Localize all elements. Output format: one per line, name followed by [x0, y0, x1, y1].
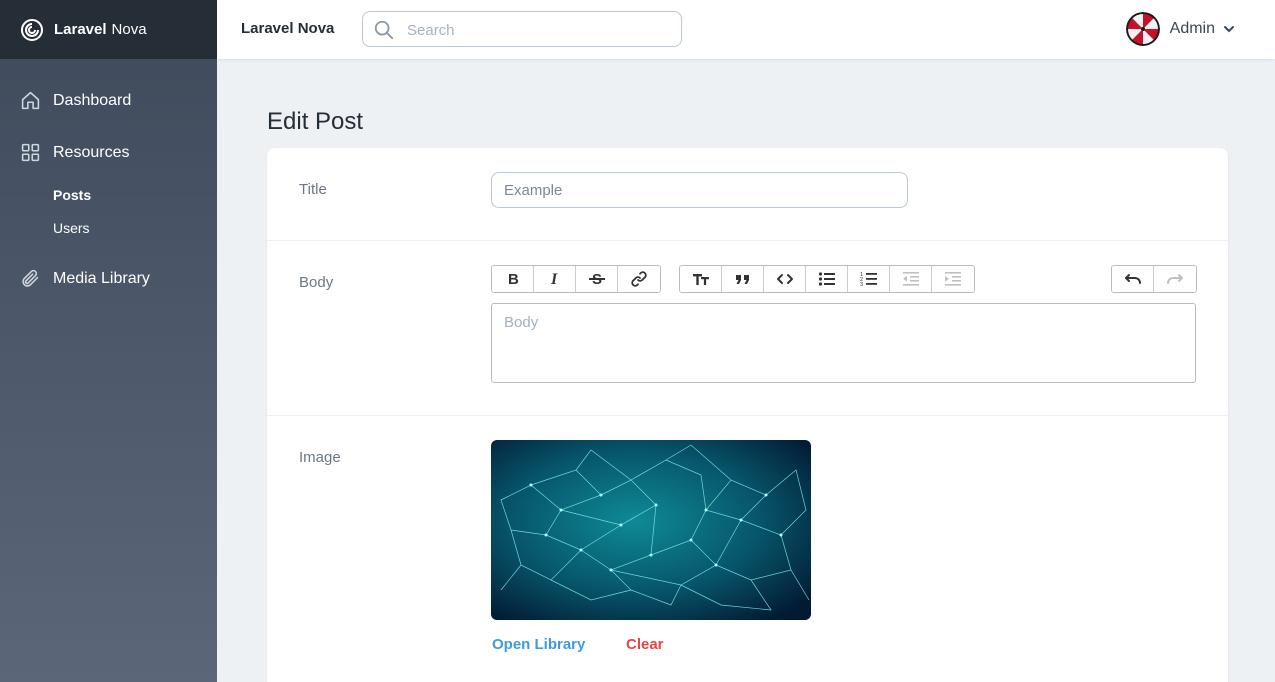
- quote-icon: [735, 275, 749, 284]
- nova-logo-icon: [21, 18, 43, 41]
- svg-text:B: B: [508, 271, 519, 288]
- strikethrough-button[interactable]: S: [576, 266, 618, 292]
- redo-button[interactable]: [1154, 266, 1196, 292]
- strikethrough-icon: S: [588, 271, 605, 288]
- title-input[interactable]: [491, 172, 908, 208]
- bold-button[interactable]: B: [492, 266, 534, 292]
- sidebar-item-media-library[interactable]: Media Library: [20, 268, 150, 289]
- chevron-down-icon: [1224, 26, 1234, 33]
- numbered-list-button[interactable]: 1 2 3: [848, 266, 890, 292]
- paperclip-icon: [22, 269, 39, 287]
- outdent-button[interactable]: [890, 266, 932, 292]
- sidebar-item-label: Resources: [53, 143, 130, 161]
- bold-icon: B: [508, 271, 519, 288]
- italic-icon: I: [550, 271, 558, 288]
- avatar: [1125, 12, 1160, 46]
- toolbar-group-format: B I S: [491, 265, 661, 293]
- sidebar-item-posts[interactable]: Posts: [53, 187, 91, 203]
- svg-text:I: I: [550, 271, 558, 288]
- heading-icon: [692, 274, 709, 285]
- umbrella-avatar-icon: [1125, 12, 1160, 46]
- image-label: Image: [299, 449, 341, 466]
- search-input[interactable]: [407, 20, 667, 40]
- sidebar-item-dashboard[interactable]: Dashboard: [20, 90, 131, 111]
- grid-icon: [21, 143, 40, 162]
- brand[interactable]: Laravel Nova: [0, 0, 217, 59]
- outdent-icon: [902, 272, 919, 286]
- heading-button[interactable]: [680, 266, 722, 292]
- undo-icon: [1124, 274, 1141, 284]
- body-label: Body: [299, 274, 334, 291]
- indent-button[interactable]: [932, 266, 974, 292]
- page-title: Edit Post: [267, 108, 364, 135]
- divider: [267, 415, 1228, 416]
- sidebar-item-resources[interactable]: Resources: [20, 142, 129, 163]
- italic-button[interactable]: I: [534, 266, 576, 292]
- bullet-list-icon: [818, 272, 835, 286]
- sidebar-item-users[interactable]: Users: [53, 220, 90, 236]
- home-icon: [21, 91, 40, 110]
- sidebar-item-label: Dashboard: [53, 91, 132, 109]
- edit-form-card: Title Body B I S: [267, 148, 1228, 682]
- top-header: Laravel Nova Admin: [217, 0, 1275, 59]
- title-label: Title: [299, 181, 327, 198]
- undo-button[interactable]: [1112, 266, 1154, 292]
- clear-button[interactable]: Clear: [626, 636, 664, 653]
- search-box[interactable]: [362, 11, 682, 47]
- toolbar-group-block: 1 2 3: [679, 265, 975, 293]
- link-button[interactable]: [618, 266, 660, 292]
- svg-text:3: 3: [860, 282, 863, 288]
- brand-name-bold: Laravel: [54, 21, 107, 38]
- link-icon: [631, 271, 647, 287]
- body-editor[interactable]: Body: [491, 303, 1196, 383]
- brand-name-regular: Nova: [111, 21, 147, 38]
- redo-icon: [1167, 274, 1183, 284]
- network-image: [491, 440, 811, 620]
- user-name: Admin: [1169, 20, 1215, 37]
- divider: [267, 240, 1228, 241]
- open-library-button[interactable]: Open Library: [492, 636, 585, 653]
- toolbar-group-history: [1111, 265, 1197, 293]
- sidebar: Laravel Nova Dashboard Resources Posts U…: [0, 0, 217, 682]
- search-icon: [374, 20, 394, 40]
- quote-button[interactable]: [722, 266, 764, 292]
- code-button[interactable]: [764, 266, 806, 292]
- indent-icon: [945, 272, 961, 286]
- header-title[interactable]: Laravel Nova: [241, 20, 334, 37]
- numbered-list-icon: 1 2 3: [860, 272, 877, 288]
- sidebar-item-label: Media Library: [53, 269, 150, 287]
- user-menu[interactable]: Admin: [1125, 12, 1235, 46]
- bullet-list-button[interactable]: [806, 266, 848, 292]
- code-icon: [776, 274, 793, 284]
- image-preview: [491, 440, 811, 620]
